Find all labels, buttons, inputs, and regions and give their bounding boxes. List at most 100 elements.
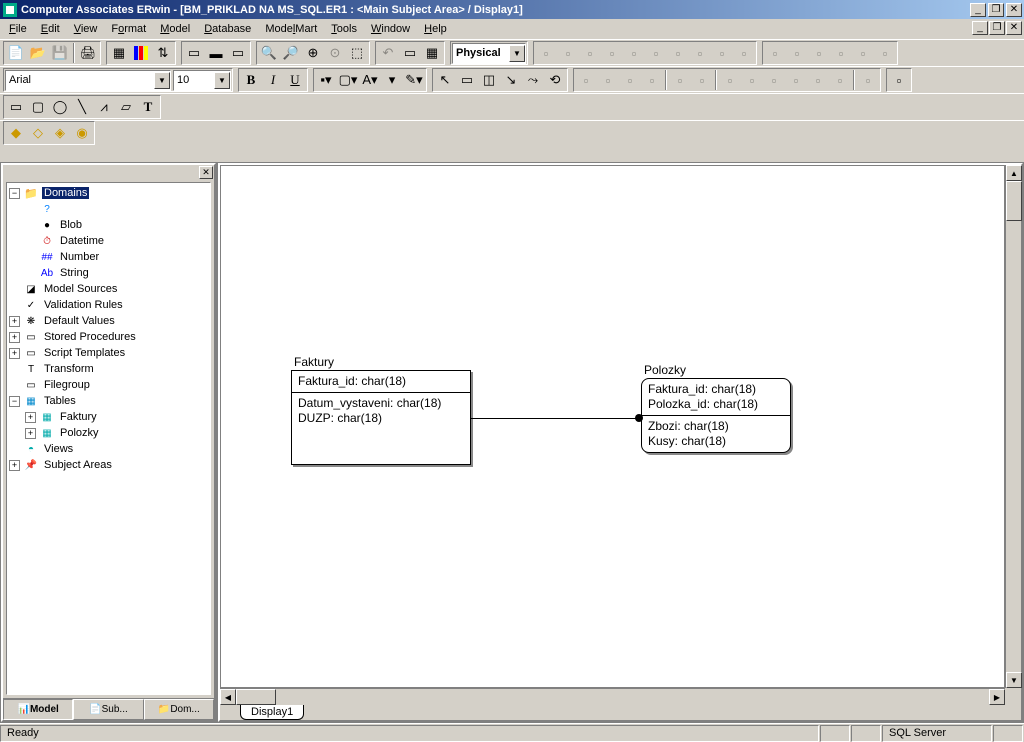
print-button[interactable]: 🖨 bbox=[77, 42, 99, 64]
underline-button[interactable]: U bbox=[284, 69, 306, 91]
tree-item-2[interactable]: +❋Default Values bbox=[9, 313, 208, 329]
menu-window[interactable]: Window bbox=[364, 21, 417, 37]
menu-file[interactable]: File bbox=[2, 21, 34, 37]
close-button[interactable]: ✕ bbox=[1006, 3, 1022, 17]
maximize-button[interactable]: ❐ bbox=[988, 3, 1004, 17]
menu-tools[interactable]: Tools bbox=[324, 21, 364, 37]
tab-sub[interactable]: 📄 Sub... bbox=[73, 699, 143, 720]
menu-database[interactable]: Database bbox=[197, 21, 258, 37]
polygon-tool[interactable]: ▱ bbox=[115, 96, 137, 118]
hscroll-thumb[interactable] bbox=[236, 689, 276, 705]
font-dropdown-icon[interactable]: ▼ bbox=[154, 72, 170, 89]
align-top-button[interactable]: ▫ bbox=[601, 42, 623, 64]
mm6-button[interactable]: ▫ bbox=[691, 69, 713, 91]
ungroup-button[interactable]: ▫ bbox=[786, 42, 808, 64]
distribute-v-button[interactable]: ▫ bbox=[689, 42, 711, 64]
menu-format[interactable]: Format bbox=[104, 21, 153, 37]
tree-domains[interactable]: − Domains bbox=[9, 185, 208, 201]
copy-button[interactable]: ▦ bbox=[108, 42, 130, 64]
tree-table-0[interactable]: +▦Faktury bbox=[9, 409, 208, 425]
same-width-button[interactable]: ▫ bbox=[711, 42, 733, 64]
align-left-button[interactable]: ▫ bbox=[535, 42, 557, 64]
linecolor-button[interactable]: ▢▾ bbox=[337, 69, 359, 91]
scroll-down-button[interactable]: ▼ bbox=[1006, 672, 1022, 688]
viewmode-dropdown-icon[interactable]: ▼ bbox=[509, 45, 525, 62]
menu-help[interactable]: Help bbox=[417, 21, 454, 37]
tree-item-4[interactable]: +▭Script Templates bbox=[9, 345, 208, 361]
distribute-h-button[interactable]: ▫ bbox=[667, 42, 689, 64]
zoom-in-button[interactable]: 🔎 bbox=[280, 42, 302, 64]
group-button[interactable]: ▫ bbox=[764, 42, 786, 64]
doc-restore-button[interactable]: ❐ bbox=[989, 21, 1005, 35]
minimize-button[interactable]: _ bbox=[970, 3, 986, 17]
tree-domain-0[interactable]: ? bbox=[9, 201, 208, 217]
mm5-button[interactable]: ▫ bbox=[669, 69, 691, 91]
layer-button[interactable]: ▭ bbox=[227, 42, 249, 64]
tf1-button[interactable]: ◆ bbox=[5, 122, 27, 144]
scroll-left-button[interactable]: ◀ bbox=[220, 689, 236, 705]
pen-button[interactable]: ✎▾ bbox=[403, 69, 425, 91]
mm8-button[interactable]: ▫ bbox=[741, 69, 763, 91]
rect-tool[interactable]: ▭ bbox=[5, 96, 27, 118]
zoom-out-button[interactable]: 🔍 bbox=[258, 42, 280, 64]
redo-button[interactable]: ▭ bbox=[399, 42, 421, 64]
fillcolor-button[interactable]: ▪▾ bbox=[315, 69, 337, 91]
new-button[interactable]: 📄 bbox=[5, 42, 27, 64]
align-center-button[interactable]: ▫ bbox=[557, 42, 579, 64]
zoom-normal-button[interactable]: ⊕ bbox=[302, 42, 324, 64]
ellipse-tool[interactable]: ◯ bbox=[49, 96, 71, 118]
horizontal-scrollbar[interactable]: ◀ ▶ bbox=[220, 688, 1005, 704]
undo-button[interactable]: ↶ bbox=[377, 42, 399, 64]
tab-model[interactable]: 📊 Model bbox=[3, 699, 73, 720]
tf4-button[interactable]: ◉ bbox=[71, 122, 93, 144]
mm3-button[interactable]: ▫ bbox=[619, 69, 641, 91]
rel-nonidentifying-tool[interactable]: ⤳ bbox=[522, 69, 544, 91]
tree-table-1[interactable]: +▦Polozky bbox=[9, 425, 208, 441]
tab-dom[interactable]: 📁 Dom... bbox=[144, 699, 214, 720]
tree-domain-4[interactable]: AbString bbox=[9, 265, 208, 281]
fontsize-combo[interactable]: ▼ bbox=[173, 70, 231, 91]
mm4-button[interactable]: ▫ bbox=[641, 69, 663, 91]
back-button[interactable]: ▫ bbox=[830, 42, 852, 64]
vscroll-thumb[interactable] bbox=[1006, 181, 1022, 221]
italic-button[interactable]: I bbox=[262, 69, 284, 91]
palette-button[interactable] bbox=[130, 42, 152, 64]
mm7-button[interactable]: ▫ bbox=[719, 69, 741, 91]
same-height-button[interactable]: ▫ bbox=[733, 42, 755, 64]
mm13-button[interactable]: ▫ bbox=[857, 69, 879, 91]
unlock-button[interactable]: ▫ bbox=[874, 42, 896, 64]
font-input[interactable] bbox=[6, 72, 154, 89]
style-button[interactable]: ▾ bbox=[381, 69, 403, 91]
textcolor-button[interactable]: A▾ bbox=[359, 69, 381, 91]
sort-button[interactable]: ⇅ bbox=[152, 42, 174, 64]
align-middle-button[interactable]: ▫ bbox=[623, 42, 645, 64]
explorer-tree[interactable]: − Domains ?●Blob⏱Datetime##NumberAbStrin… bbox=[6, 182, 211, 695]
mm11-button[interactable]: ▫ bbox=[807, 69, 829, 91]
tf2-button[interactable]: ◇ bbox=[27, 122, 49, 144]
entity-tool[interactable]: ▭ bbox=[456, 69, 478, 91]
grid-button[interactable]: ▦ bbox=[421, 42, 443, 64]
doc-close-button[interactable]: ✕ bbox=[1006, 21, 1022, 35]
zoom-fit-button[interactable]: ⊙ bbox=[324, 42, 346, 64]
explorer-close-button[interactable]: ✕ bbox=[199, 166, 213, 179]
relationship-line[interactable] bbox=[471, 418, 641, 419]
fontsize-dropdown-icon[interactable]: ▼ bbox=[214, 72, 230, 89]
display-button[interactable]: ▬ bbox=[205, 42, 227, 64]
save-button[interactable]: 💾 bbox=[49, 42, 71, 64]
mm2-button[interactable]: ▫ bbox=[597, 69, 619, 91]
tx1-button[interactable]: ▫ bbox=[888, 69, 910, 91]
pointer-tool[interactable]: ↖ bbox=[434, 69, 456, 91]
open-button[interactable]: 📂 bbox=[27, 42, 49, 64]
line-tool[interactable]: ╲ bbox=[71, 96, 93, 118]
front-button[interactable]: ▫ bbox=[808, 42, 830, 64]
tree-item-5[interactable]: TTransform bbox=[9, 361, 208, 377]
tree-subject-areas[interactable]: +📌 Subject Areas bbox=[9, 457, 208, 473]
bold-button[interactable]: B bbox=[240, 69, 262, 91]
font-combo[interactable]: ▼ bbox=[5, 70, 171, 91]
subject-area-button[interactable]: ▭ bbox=[183, 42, 205, 64]
tree-item-1[interactable]: ✓Validation Rules bbox=[9, 297, 208, 313]
menu-modelmart[interactable]: ModelMart bbox=[258, 21, 324, 37]
polyline-tool[interactable]: ⩘ bbox=[93, 96, 115, 118]
menu-view[interactable]: View bbox=[67, 21, 105, 37]
menu-model[interactable]: Model bbox=[153, 21, 197, 37]
